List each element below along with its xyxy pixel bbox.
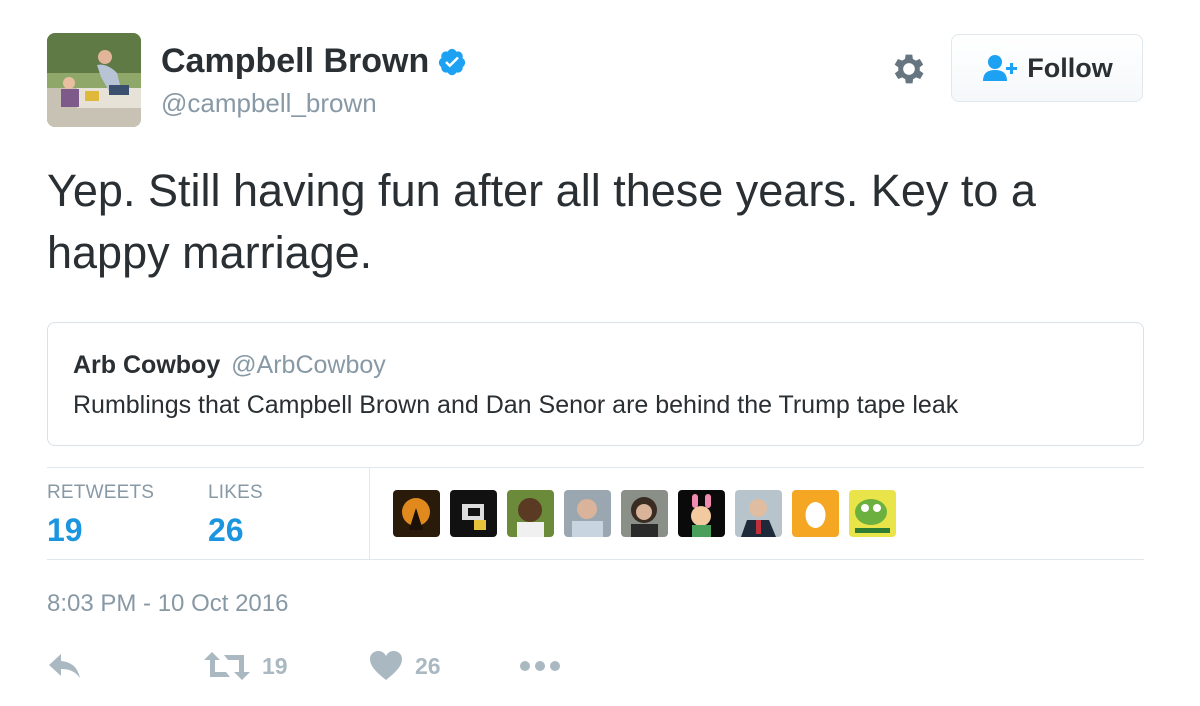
liker-avatar[interactable]: [735, 490, 782, 537]
more-button[interactable]: [519, 650, 561, 682]
reply-icon: [49, 654, 80, 678]
liker-avatar[interactable]: [678, 490, 725, 537]
tweet-text: Yep. Still having fun after all these ye…: [47, 165, 1036, 278]
retweet-button[interactable]: 19: [204, 650, 288, 682]
quoted-tweet-text: Rumblings that Campbell Brown and Dan Se…: [73, 391, 959, 419]
like-count: 26: [415, 652, 441, 679]
more-dots-icon: [520, 661, 560, 671]
likes-label: LIKES: [208, 482, 263, 503]
author-name[interactable]: Campbell Brown: [161, 42, 467, 81]
likes-stat[interactable]: LIKES 26: [208, 482, 263, 549]
stats-bottom-divider: [47, 559, 1144, 560]
liker-avatar[interactable]: [621, 490, 668, 537]
quoted-tweet-header: Arb Cowboy @ArbCowboy: [73, 351, 386, 380]
liker-avatar[interactable]: [792, 490, 839, 537]
heart-icon: [370, 651, 402, 680]
liker-avatars: [393, 490, 896, 537]
liker-avatar[interactable]: [849, 490, 896, 537]
likes-count: 26: [208, 512, 244, 548]
author-handle[interactable]: @campbell_brown: [161, 88, 377, 119]
follow-button[interactable]: Follow: [951, 34, 1143, 102]
add-user-icon: [983, 55, 1018, 81]
retweet-count: 19: [262, 652, 288, 679]
like-button[interactable]: 26: [369, 650, 441, 682]
follow-button-label: Follow: [1027, 52, 1113, 83]
stats-vertical-divider: [369, 467, 370, 559]
quoted-author-handle: @ArbCowboy: [231, 351, 386, 379]
stats-top-divider: [47, 467, 1144, 468]
tweet-timestamp[interactable]: 8:03 PM - 10 Oct 2016: [47, 590, 288, 618]
liker-avatar[interactable]: [393, 490, 440, 537]
author-name-text[interactable]: Campbell Brown: [161, 42, 429, 81]
retweets-count: 19: [47, 512, 83, 548]
liker-avatar[interactable]: [564, 490, 611, 537]
quoted-tweet[interactable]: Arb Cowboy @ArbCowboy Rumblings that Cam…: [47, 322, 1144, 446]
retweet-icon: [204, 652, 250, 680]
retweets-label: RETWEETS: [47, 482, 155, 503]
verified-badge-icon: [439, 48, 466, 75]
author-avatar[interactable]: [47, 33, 141, 127]
reply-button[interactable]: [47, 650, 83, 682]
retweets-stat[interactable]: RETWEETS 19: [47, 482, 154, 549]
liker-avatar[interactable]: [450, 490, 497, 537]
liker-avatar[interactable]: [507, 490, 554, 537]
quoted-author-name: Arb Cowboy: [73, 351, 221, 379]
gear-icon[interactable]: [889, 49, 929, 89]
